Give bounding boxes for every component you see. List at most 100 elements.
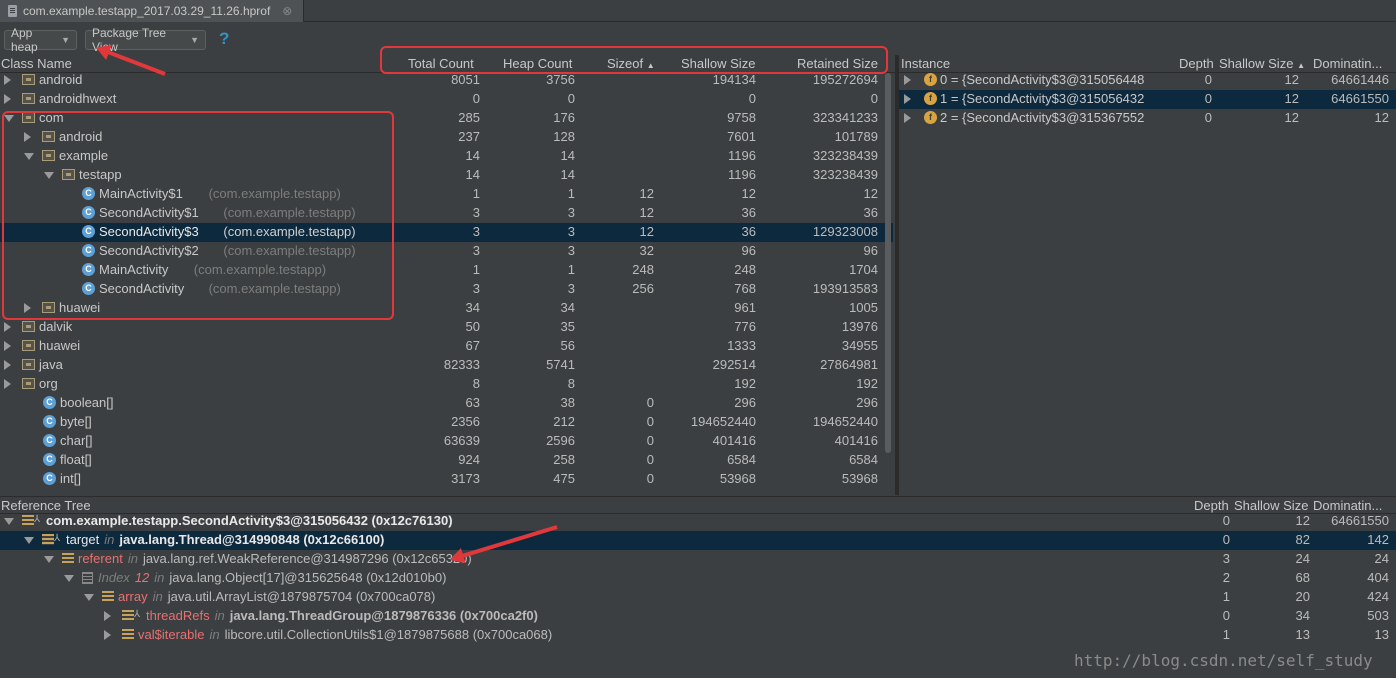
reference-row[interactable]: val$iterable in libcore.util.CollectionUti… — [0, 626, 1396, 645]
class-row[interactable]: Cbyte[] 2356 212 0 194652440 194652440 — [0, 413, 893, 432]
expand-triangle-icon[interactable] — [104, 611, 111, 621]
cell-shallow: 961 — [734, 300, 756, 315]
ref-in-keyword: in — [127, 551, 138, 566]
class-table-scrollbar[interactable] — [885, 73, 891, 453]
col-ref-dominating[interactable]: Dominatin... — [1313, 498, 1382, 513]
expand-triangle-icon[interactable] — [4, 360, 11, 370]
col-instance[interactable]: Instance — [901, 56, 950, 71]
file-icon — [8, 5, 17, 17]
reference-label: Index 12 in java.lang.Object[17]@315625648 … — [98, 570, 451, 585]
cell-retained: 12 — [863, 186, 878, 201]
expand-triangle-icon[interactable] — [904, 75, 911, 85]
expand-triangle-icon[interactable] — [4, 379, 11, 389]
columns-highlight-box — [380, 46, 888, 74]
class-row[interactable]: Cint[] 3173 475 0 53968 53968 — [0, 470, 893, 489]
cell-heap: 8 — [567, 376, 575, 391]
cell-shallow: 96 — [741, 243, 756, 258]
cell-shallow: 1333 — [727, 338, 756, 353]
heap-dropdown-label: App heap — [11, 26, 38, 54]
reference-row[interactable]: ⅄ threadRefs in java.lang.ThreadGroup@18798… — [0, 607, 1396, 626]
class-row[interactable]: dalvik 50 35 776 13976 — [0, 318, 893, 337]
package-folder-icon — [22, 74, 35, 85]
cell-total: 3 — [472, 205, 480, 220]
expand-triangle-icon[interactable] — [904, 113, 911, 123]
reference-row[interactable]: ⅄ target in java.lang.Thread@314990848 (0x1… — [0, 531, 1396, 550]
ref-field-name: array — [118, 589, 148, 604]
reference-row[interactable]: ⅄ com.example.testapp.SecondActivity$3@31… — [0, 512, 1396, 531]
col-ref-shallow-size[interactable]: Shallow Size — [1234, 498, 1308, 513]
cell-shallow: 194652440 — [690, 414, 756, 429]
class-row[interactable]: org 8 8 192 192 — [0, 375, 893, 394]
cell-sizeof: 32 — [639, 243, 654, 258]
collapse-triangle-icon[interactable] — [44, 556, 54, 563]
cell-total: 3 — [472, 224, 480, 239]
col-dominating[interactable]: Dominatin... — [1313, 56, 1382, 71]
package-folder-icon — [22, 359, 35, 370]
col-depth[interactable]: Depth — [1179, 56, 1214, 71]
class-row[interactable]: huawei 67 56 1333 34955 — [0, 337, 893, 356]
cell-sizeof: 12 — [639, 224, 654, 239]
class-name: huawei — [39, 338, 81, 353]
col-ref-depth[interactable]: Depth — [1194, 498, 1229, 513]
cell-dom: 24 — [1374, 551, 1389, 566]
class-name: float[] — [60, 452, 92, 467]
cell-sizeof: 12 — [639, 205, 654, 220]
chevron-down-icon: ▼ — [61, 35, 70, 45]
class-name: byte[] — [60, 414, 92, 429]
field-list-icon — [62, 553, 74, 564]
help-icon[interactable]: ? — [219, 29, 229, 49]
collapse-triangle-icon[interactable] — [4, 518, 14, 525]
cell-depth: 1 — [1222, 589, 1230, 604]
cell-shallow: 9758 — [727, 110, 756, 125]
reference-row[interactable]: referent in java.lang.ref.WeakReference@31… — [0, 550, 1396, 569]
class-name: dalvik — [39, 319, 73, 334]
cell-retained: 6584 — [849, 452, 878, 467]
cell-heap: 258 — [553, 452, 575, 467]
reference-row[interactable]: array in java.util.ArrayList@1879875704 (0… — [0, 588, 1396, 607]
cell-shallow: 13 — [1295, 627, 1310, 642]
watermark: http://blog.csdn.net/self_study — [1074, 651, 1373, 670]
collapse-triangle-icon[interactable] — [64, 575, 74, 582]
instance-row[interactable]: f1 = {SecondActivity$3@315056432 0 12 64661… — [899, 90, 1396, 109]
col-reference-tree[interactable]: Reference Tree — [1, 498, 91, 513]
cell-total: 3173 — [451, 471, 480, 486]
expand-triangle-icon[interactable] — [904, 94, 911, 104]
cell-shallow: 292514 — [712, 357, 756, 372]
cell-dom: 424 — [1367, 589, 1389, 604]
close-icon[interactable]: ⊗ — [282, 4, 292, 18]
reference-row[interactable]: Index 12 in java.lang.Object[17]@315625648 … — [0, 569, 1396, 588]
class-row[interactable]: Cboolean[] 63 38 0 296 296 — [0, 394, 893, 413]
cell-shallow: 0 — [748, 91, 756, 106]
expand-triangle-icon[interactable] — [4, 341, 11, 351]
cell-heap: 1 — [567, 186, 575, 201]
collapse-triangle-icon[interactable] — [84, 594, 94, 601]
expand-triangle-icon[interactable] — [4, 322, 11, 332]
instance-row[interactable]: f0 = {SecondActivity$3@315056448 0 12 64661… — [899, 71, 1396, 90]
col-class-name[interactable]: Class Name — [1, 56, 72, 71]
instance-table: f0 = {SecondActivity$3@315056448 0 12 64661… — [899, 71, 1396, 495]
col-inst-shallow-size[interactable]: Shallow Size ▲ — [1219, 56, 1305, 71]
cell-shallow: 7601 — [727, 129, 756, 144]
cell-shallow: 296 — [734, 395, 756, 410]
expand-triangle-icon[interactable] — [104, 630, 111, 640]
class-row[interactable]: java 82333 5741 292514 27864981 — [0, 356, 893, 375]
cell-shallow: 68 — [1295, 570, 1310, 585]
instance-label: 2 = {SecondActivity$3@315367552 — [940, 110, 1145, 125]
class-icon: C — [43, 396, 56, 409]
class-row[interactable]: androidhwext 0 0 0 0 — [0, 90, 893, 109]
expand-triangle-icon[interactable] — [4, 94, 11, 104]
reference-label: threadRefs in java.lang.ThreadGroup@187987… — [146, 608, 543, 623]
class-row[interactable]: Cchar[] 63639 2596 0 401416 401416 — [0, 432, 893, 451]
ref-in-keyword: in — [209, 627, 220, 642]
cell-depth: 0 — [1204, 110, 1212, 125]
field-list-icon — [102, 591, 114, 602]
cell-shallow: 1196 — [728, 148, 756, 163]
cell-shallow: 401416 — [712, 433, 756, 448]
class-icon: C — [43, 472, 56, 485]
instance-row[interactable]: f2 = {SecondActivity$3@315367552 0 12 12 — [899, 109, 1396, 128]
hprof-file-tab[interactable]: com.example.testapp_2017.03.29_11.26.hpr… — [0, 0, 304, 22]
heap-dropdown[interactable]: App heap ▼ — [4, 26, 77, 54]
collapse-triangle-icon[interactable] — [24, 537, 34, 544]
class-row[interactable]: Cfloat[] 924 258 0 6584 6584 — [0, 451, 893, 470]
expand-triangle-icon[interactable] — [4, 75, 11, 85]
